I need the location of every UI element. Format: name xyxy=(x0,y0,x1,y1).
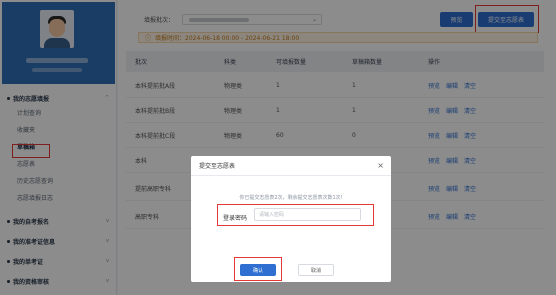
password-label: 登录密码 xyxy=(223,215,248,222)
modal-header: 提交至志愿表 × xyxy=(191,156,391,176)
cancel-button[interactable]: 取消 xyxy=(298,264,334,276)
close-icon[interactable]: × xyxy=(377,161,384,170)
submit-modal: 提交至志愿表 × 你已提交志愿表2次，剩余提交志愿表次数1次! 登录密码 确认 … xyxy=(191,156,391,282)
modal-title: 提交至志愿表 xyxy=(199,163,236,170)
modal-tip: 你已提交志愿表2次，剩余提交志愿表次数1次! xyxy=(239,195,343,201)
confirm-button[interactable]: 确认 xyxy=(240,264,276,276)
password-input[interactable] xyxy=(254,208,361,221)
